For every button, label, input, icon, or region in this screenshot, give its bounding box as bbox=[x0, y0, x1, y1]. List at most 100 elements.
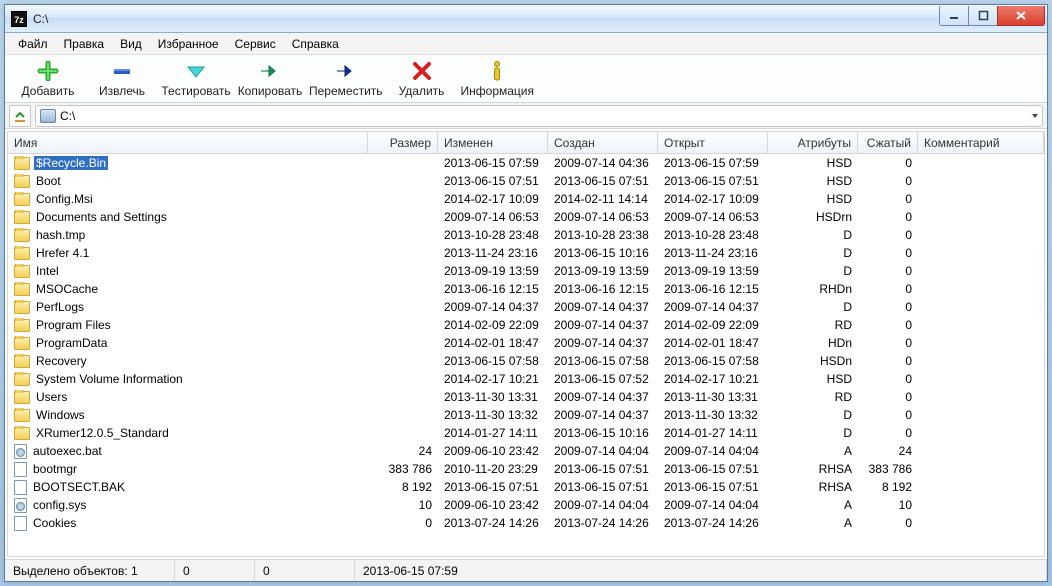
file-modified: 2013-06-15 07:58 bbox=[438, 354, 548, 368]
table-row[interactable]: MSOCache2013-06-16 12:152013-06-16 12:15… bbox=[8, 280, 1044, 298]
header-attr[interactable]: Атрибуты bbox=[768, 132, 858, 153]
table-row[interactable]: Windows2013-11-30 13:322009-07-14 04:372… bbox=[8, 406, 1044, 424]
toolbutton-label: Копировать bbox=[238, 84, 303, 98]
file-opened: 2009-07-14 04:37 bbox=[658, 300, 768, 314]
table-row[interactable]: ProgramData 2014-02-01 18:472009-07-14 04… bbox=[8, 334, 1044, 352]
toolbutton-copy[interactable]: Копировать bbox=[235, 57, 305, 101]
file-packed: 0 bbox=[858, 372, 918, 386]
file-name: Hrefer 4.1 bbox=[34, 246, 91, 260]
table-row[interactable]: Intel2013-09-19 13:592013-09-19 13:59201… bbox=[8, 262, 1044, 280]
table-row[interactable]: System Volume Information2014-02-17 10:2… bbox=[8, 370, 1044, 388]
file-name: bootmgr bbox=[31, 462, 79, 476]
table-row[interactable]: Cookies02013-07-24 14:262013-07-24 14:26… bbox=[8, 514, 1044, 532]
header-created[interactable]: Создан bbox=[548, 132, 658, 153]
menu-item-5[interactable]: Справка bbox=[285, 35, 346, 53]
table-row[interactable]: Boot2013-06-15 07:512013-06-15 07:512013… bbox=[8, 172, 1044, 190]
toolbutton-extract[interactable]: Извлечь bbox=[87, 57, 157, 101]
copy-icon bbox=[258, 60, 282, 82]
toolbutton-move[interactable]: Переместить bbox=[309, 57, 383, 101]
file-modified: 2014-02-09 22:09 bbox=[438, 318, 548, 332]
status-col2: 0 bbox=[175, 560, 255, 581]
toolbutton-info[interactable]: Информация bbox=[461, 57, 534, 101]
header-comment[interactable]: Комментарий bbox=[918, 132, 1044, 153]
file-opened: 2013-06-15 07:51 bbox=[658, 480, 768, 494]
file-created: 2013-06-15 07:51 bbox=[548, 462, 658, 476]
file-rows[interactable]: $Recycle.Bin2013-06-15 07:592009-07-14 0… bbox=[8, 154, 1044, 556]
toolbutton-add[interactable]: Добавить bbox=[13, 57, 83, 101]
table-row[interactable]: Users2013-11-30 13:312009-07-14 04:37201… bbox=[8, 388, 1044, 406]
file-opened: 2013-06-15 07:51 bbox=[658, 462, 768, 476]
table-row[interactable]: Config.Msi2014-02-17 10:092014-02-11 14:… bbox=[8, 190, 1044, 208]
table-row[interactable]: $Recycle.Bin2013-06-15 07:592009-07-14 0… bbox=[8, 154, 1044, 172]
path-text: C:\ bbox=[60, 109, 75, 123]
toolbutton-delete[interactable]: Удалить bbox=[387, 57, 457, 101]
menu-item-0[interactable]: Файл bbox=[11, 35, 55, 53]
file-modified: 2013-06-15 07:51 bbox=[438, 174, 548, 188]
table-row[interactable]: BOOTSECT.BAK8 1922013-06-15 07:512013-06… bbox=[8, 478, 1044, 496]
menu-item-2[interactable]: Вид bbox=[113, 35, 149, 53]
file-name: ProgramData bbox=[34, 336, 109, 350]
table-row[interactable]: Hrefer 4.12013-11-24 23:162013-06-15 10:… bbox=[8, 244, 1044, 262]
file-opened: 2014-02-01 18:47 bbox=[658, 336, 768, 350]
table-row[interactable]: bootmgr383 7862010-11-20 23:292013-06-15… bbox=[8, 460, 1044, 478]
header-name[interactable]: Имя bbox=[8, 132, 368, 153]
file-packed: 0 bbox=[858, 390, 918, 404]
table-row[interactable]: PerfLogs2009-07-14 04:372009-07-14 04:37… bbox=[8, 298, 1044, 316]
file-opened: 2013-11-30 13:32 bbox=[658, 408, 768, 422]
file-created: 2013-06-15 10:16 bbox=[548, 246, 658, 260]
table-row[interactable]: XRumer12.0.5_Standard2014-01-27 14:11201… bbox=[8, 424, 1044, 442]
table-row[interactable]: Recovery2013-06-15 07:582013-06-15 07:58… bbox=[8, 352, 1044, 370]
file-attr: HSD bbox=[768, 192, 858, 206]
file-packed: 0 bbox=[858, 264, 918, 278]
table-row[interactable]: config.sys102009-06-10 23:422009-07-14 0… bbox=[8, 496, 1044, 514]
table-row[interactable]: Documents and Settings2009-07-14 06:5320… bbox=[8, 208, 1044, 226]
file-attr: RHSA bbox=[768, 480, 858, 494]
table-row[interactable]: autoexec.bat242009-06-10 23:422009-07-14… bbox=[8, 442, 1044, 460]
file-attr: HDn bbox=[768, 336, 858, 350]
header-size[interactable]: Размер bbox=[368, 132, 438, 153]
file-attr: A bbox=[768, 444, 858, 458]
file-packed: 0 bbox=[858, 156, 918, 170]
up-button[interactable] bbox=[9, 105, 31, 127]
file-packed: 0 bbox=[858, 408, 918, 422]
file-created: 2013-07-24 14:26 bbox=[548, 516, 658, 530]
header-opened[interactable]: Открыт bbox=[658, 132, 768, 153]
delete-icon bbox=[412, 60, 432, 82]
title-bar[interactable]: 7z C:\ bbox=[5, 5, 1047, 33]
file-modified: 2009-06-10 23:42 bbox=[438, 498, 548, 512]
table-row[interactable]: hash.tmp2013-10-28 23:482013-10-28 23:38… bbox=[8, 226, 1044, 244]
file-attr: D bbox=[768, 408, 858, 422]
file-packed: 0 bbox=[858, 210, 918, 224]
toolbutton-test[interactable]: Тестировать bbox=[161, 57, 231, 101]
path-dropdown[interactable] bbox=[1027, 105, 1043, 127]
menu-item-3[interactable]: Избранное bbox=[151, 35, 226, 53]
menu-item-1[interactable]: Правка bbox=[57, 35, 112, 53]
file-list: Имя Размер Изменен Создан Открыт Атрибут… bbox=[7, 131, 1045, 557]
window-title: C:\ bbox=[33, 12, 940, 26]
file-opened: 2014-02-17 10:09 bbox=[658, 192, 768, 206]
toolbutton-label: Информация bbox=[461, 84, 534, 98]
file-modified: 2013-09-19 13:59 bbox=[438, 264, 548, 278]
file-created: 2009-07-14 04:37 bbox=[548, 336, 658, 350]
file-packed: 383 786 bbox=[858, 462, 918, 476]
file-opened: 2013-07-24 14:26 bbox=[658, 516, 768, 530]
file-modified: 2009-06-10 23:42 bbox=[438, 444, 548, 458]
file-created: 2013-06-15 07:51 bbox=[548, 480, 658, 494]
folder-icon bbox=[14, 157, 30, 170]
close-button[interactable] bbox=[997, 6, 1045, 26]
header-modified[interactable]: Изменен bbox=[438, 132, 548, 153]
maximize-button[interactable] bbox=[968, 6, 998, 26]
status-col3: 0 bbox=[255, 560, 355, 581]
file-modified: 2009-07-14 04:37 bbox=[438, 300, 548, 314]
menu-item-4[interactable]: Сервис bbox=[228, 35, 283, 53]
minimize-button[interactable] bbox=[939, 6, 969, 26]
folder-icon bbox=[14, 247, 30, 260]
file-modified: 2013-11-30 13:31 bbox=[438, 390, 548, 404]
file-attr: RHDn bbox=[768, 282, 858, 296]
file-created: 2013-10-28 23:38 bbox=[548, 228, 658, 242]
path-input[interactable]: C:\ bbox=[35, 105, 1028, 127]
file-created: 2013-06-15 07:52 bbox=[548, 372, 658, 386]
header-packed[interactable]: Сжатый bbox=[858, 132, 918, 153]
table-row[interactable]: Program Files2014-02-09 22:092009-07-14 … bbox=[8, 316, 1044, 334]
status-date: 2013-06-15 07:59 bbox=[355, 560, 1047, 581]
